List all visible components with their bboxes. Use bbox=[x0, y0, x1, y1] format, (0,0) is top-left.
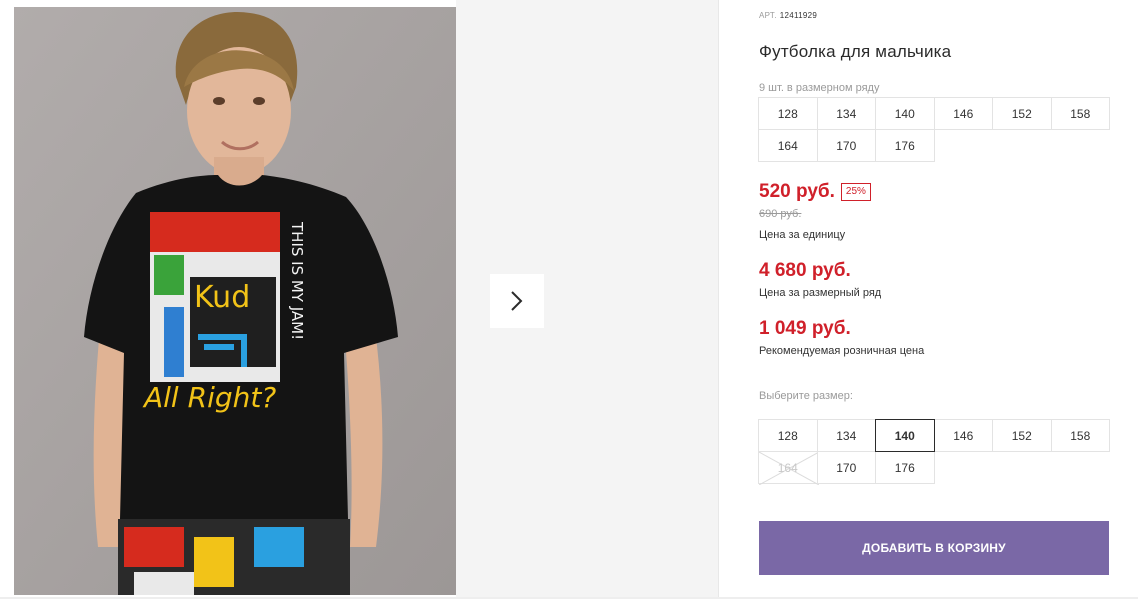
size-option-140[interactable]: 140 bbox=[875, 419, 935, 452]
product-photo[interactable]: Kud All Right? THIS IS MY JAM! bbox=[14, 7, 456, 595]
range-price: 4 680 руб. bbox=[759, 260, 851, 281]
size-selector-grid: 128 134 140 146 152 158 164 170 176 bbox=[758, 419, 1115, 485]
size-range-grid: 128 134 140 146 152 158 164 170 176 bbox=[758, 97, 1115, 162]
choose-size-label: Выберите размер: bbox=[759, 390, 853, 402]
discount-badge: 25% bbox=[840, 183, 871, 201]
sku-value: 12411929 bbox=[779, 11, 818, 20]
add-to-cart-button[interactable]: ДОБАВИТЬ В КОРЗИНУ bbox=[759, 521, 1109, 575]
svg-text:All Right?: All Right? bbox=[142, 381, 276, 414]
gallery-margin bbox=[0, 0, 14, 599]
product-title: Футболка для мальчика bbox=[759, 42, 952, 61]
range-size-cell: 146 bbox=[933, 97, 993, 130]
size-option-146[interactable]: 146 bbox=[933, 419, 993, 452]
sku-line: АРТ. 12411929 bbox=[759, 11, 817, 20]
range-size-cell: 164 bbox=[758, 129, 818, 162]
size-range-note: 9 шт. в размерном ряду bbox=[759, 82, 880, 94]
range-size-cell: 158 bbox=[1050, 97, 1110, 130]
panel-divider bbox=[718, 0, 719, 599]
size-option-label: 164 bbox=[777, 460, 798, 475]
size-option-158[interactable]: 158 bbox=[1050, 419, 1110, 452]
range-size-cell: 128 bbox=[758, 97, 818, 130]
range-size-cell: 140 bbox=[875, 97, 935, 130]
range-size-cell: 170 bbox=[816, 129, 876, 162]
size-option-170[interactable]: 170 bbox=[816, 451, 876, 484]
gallery-next-button[interactable] bbox=[490, 274, 544, 328]
sku-label: АРТ. bbox=[759, 11, 777, 20]
product-photo-drawing: Kud All Right? THIS IS MY JAM! bbox=[14, 7, 456, 595]
unit-price: 520 руб. bbox=[759, 181, 835, 202]
retail-price: 1 049 руб. bbox=[759, 318, 851, 339]
range-price-label: Цена за размерный ряд bbox=[759, 287, 882, 299]
chevron-right-icon bbox=[511, 291, 523, 311]
unit-price-label: Цена за единицу bbox=[759, 229, 846, 241]
range-size-cell: 134 bbox=[816, 97, 876, 130]
old-price: 690 руб. bbox=[759, 208, 802, 220]
range-size-cell: 176 bbox=[875, 129, 935, 162]
size-option-134[interactable]: 134 bbox=[816, 419, 876, 452]
retail-price-label: Рекомендуемая розничная цена bbox=[759, 345, 925, 357]
unit-price-line: 520 руб. 25% bbox=[759, 181, 871, 203]
range-size-cell: 152 bbox=[992, 97, 1052, 130]
svg-text:Kud: Kud bbox=[194, 280, 250, 315]
size-option-176[interactable]: 176 bbox=[875, 451, 935, 484]
size-option-164-unavailable: 164 bbox=[758, 451, 819, 485]
size-option-152[interactable]: 152 bbox=[992, 419, 1052, 452]
size-option-128[interactable]: 128 bbox=[758, 419, 818, 452]
shirt-print-text: THIS IS MY JAM! bbox=[288, 221, 306, 340]
